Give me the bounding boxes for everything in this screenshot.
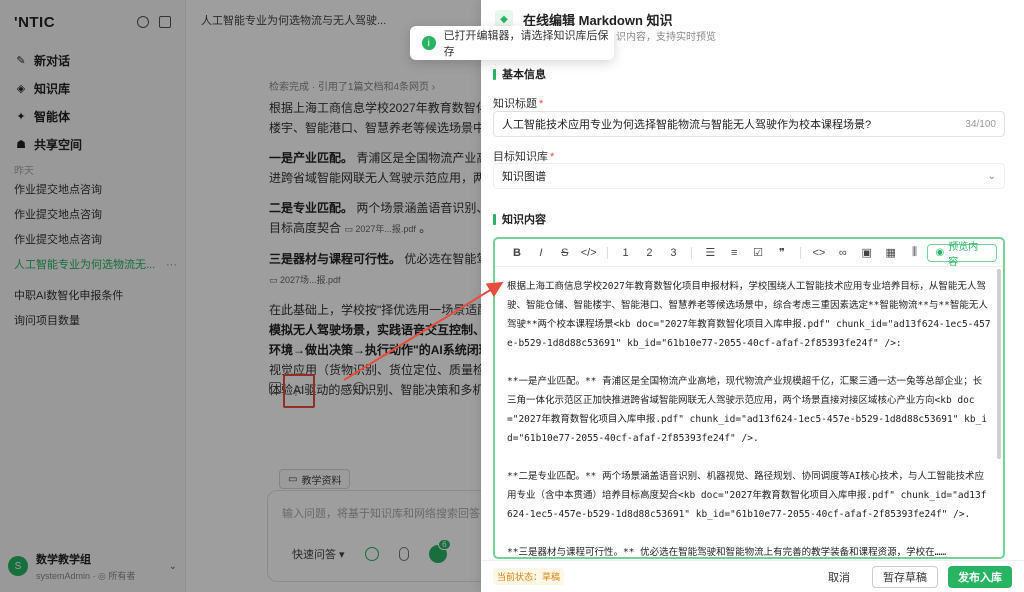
markdown-editor[interactable]: B I S </> 1 2 3 ☰ ≡ ☑ ❞ <> ∞ ▣ ▦ ⫼ ◉ 预览内容… bbox=[493, 237, 1005, 559]
preview-label: 预览内容 bbox=[948, 241, 979, 268]
label-text: 目标知识库 bbox=[493, 151, 548, 163]
title-label: 知识标题 * bbox=[493, 98, 544, 110]
heading1-icon[interactable]: 1 bbox=[614, 247, 638, 259]
italic-icon[interactable]: I bbox=[529, 247, 553, 259]
editor-content[interactable]: 根据上海工商信息学校2027年教育数智化项目申报材料，学校围绕人工智能技术应用专… bbox=[495, 267, 1003, 558]
label-text: 知识标题 bbox=[493, 98, 537, 110]
image-icon[interactable]: ▣ bbox=[855, 246, 879, 259]
strikethrough-icon[interactable]: S bbox=[553, 247, 577, 259]
link-icon[interactable]: ∞ bbox=[831, 247, 855, 259]
publish-button[interactable]: 发布入库 bbox=[948, 565, 1012, 588]
section-label: 知识内容 bbox=[502, 214, 546, 226]
editor-paragraph: **二是专业匹配。** 两个场景涵盖语音识别、机器视觉、路径规划、协同调度等AI… bbox=[507, 471, 987, 520]
section-bar bbox=[493, 68, 496, 80]
chevron-down-icon: ⌄ bbox=[987, 170, 996, 182]
heading3-icon[interactable]: 3 bbox=[661, 247, 685, 259]
title-field[interactable]: 人工智能技术应用专业为何选择智能物流与智能无人驾驶作为校本课程场景? 34/10… bbox=[493, 111, 1005, 137]
status-badge: 当前状态：草稿 bbox=[493, 568, 565, 585]
task-list-icon[interactable]: ☑ bbox=[746, 246, 770, 259]
drawer-subtitle: 识内容，支持实时预览 bbox=[616, 32, 716, 43]
section-bar bbox=[493, 213, 496, 225]
toast-text: 已打开编辑器，请选择知识库后保存 bbox=[443, 30, 609, 58]
columns-icon[interactable]: ⫼ bbox=[903, 246, 927, 259]
section-content: 知识内容 bbox=[493, 211, 546, 227]
preview-button[interactable]: ◉ 预览内容 bbox=[926, 242, 998, 268]
ordered-list-icon[interactable]: ≡ bbox=[722, 247, 746, 259]
save-draft-button[interactable]: 暂存草稿 bbox=[872, 565, 938, 588]
quote-icon[interactable]: ❞ bbox=[770, 246, 794, 259]
code-block-icon[interactable]: <> bbox=[807, 247, 831, 259]
bullet-list-icon[interactable]: ☰ bbox=[698, 246, 722, 259]
editor-paragraph: **一是产业匹配。** 青浦区是全国物流产业高地，现代物流产业规模超千亿，汇聚三… bbox=[507, 376, 988, 444]
section-label: 基本信息 bbox=[502, 69, 546, 81]
toast-notification: i 已打开编辑器，请选择知识库后保存 bbox=[410, 26, 614, 60]
info-icon: i bbox=[422, 36, 436, 50]
editor-paragraph: **三是器材与课程可行性。** 优必选在智能驾驶和智能物流上有完善的教学装备和课… bbox=[507, 547, 947, 558]
kb-value: 知识图谱 bbox=[502, 171, 546, 183]
editor-toolbar: B I S </> 1 2 3 ☰ ≡ ☑ ❞ <> ∞ ▣ ▦ ⫼ ◉ 预览内容 bbox=[495, 239, 1003, 268]
char-count: 34/100 bbox=[965, 118, 996, 130]
cancel-button[interactable]: 取消 bbox=[828, 569, 850, 585]
eye-icon: ◉ bbox=[935, 247, 945, 258]
section-basic-info: 基本信息 bbox=[493, 66, 546, 82]
kb-label: 目标知识库 * bbox=[493, 151, 555, 163]
bold-icon[interactable]: B bbox=[505, 247, 529, 259]
code-icon[interactable]: </> bbox=[577, 247, 601, 259]
editor-paragraph: 根据上海工商信息学校2027年教育数智化项目申报材料，学校围绕人工智能技术应用专… bbox=[507, 281, 991, 349]
markdown-editor-drawer: ◆ 在线编辑 Markdown 知识 识内容，支持实时预览 基本信息 知识标题 *… bbox=[481, 0, 1024, 592]
drawer-footer: 当前状态：草稿 取消 暂存草稿 发布入库 bbox=[481, 560, 1024, 592]
table-icon[interactable]: ▦ bbox=[879, 246, 903, 259]
title-value: 人工智能技术应用专业为何选择智能物流与智能无人驾驶作为校本课程场景? bbox=[502, 119, 872, 131]
heading2-icon[interactable]: 2 bbox=[638, 247, 662, 259]
modal-overlay[interactable] bbox=[0, 0, 481, 592]
kb-select[interactable]: 知识图谱 ⌄ bbox=[493, 163, 1005, 189]
editor-scrollbar[interactable] bbox=[997, 269, 1001, 459]
